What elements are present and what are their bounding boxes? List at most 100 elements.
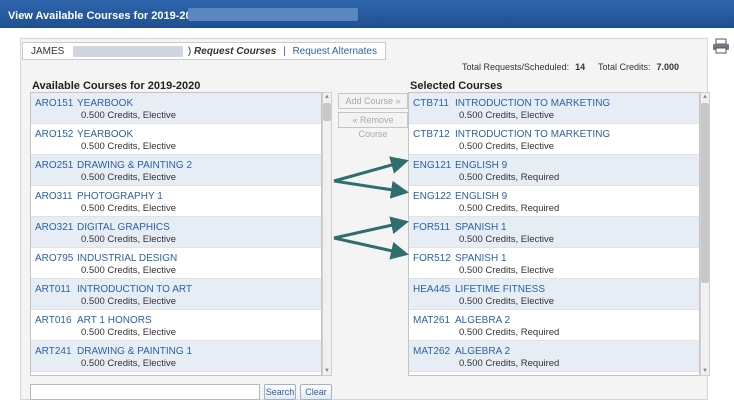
course-name: INDUSTRIAL DESIGN — [77, 253, 178, 264]
course-details: 0.500 Credits, Elective — [81, 203, 177, 214]
course-name: ENGLISH 9 — [455, 191, 508, 202]
course-details: 0.500 Credits, Elective — [459, 110, 555, 121]
search-button[interactable]: Search — [264, 384, 296, 400]
total-requests-label: Total Requests/Scheduled: — [462, 62, 570, 72]
print-icon[interactable] — [712, 38, 730, 54]
window-titlebar: View Available Courses for 2019-2020 in — [0, 0, 734, 28]
course-code: HEA445 — [413, 284, 451, 295]
course-details: 0.500 Credits, Elective — [81, 110, 177, 121]
arrow-to-for512 — [333, 236, 409, 260]
course-code: ARO152 — [35, 129, 74, 140]
selected-courses-list: CTB711 INTRODUCTION TO MARKETING 0.500 Cre… — [408, 92, 700, 376]
course-details: 0.500 Credits, Elective — [459, 234, 555, 245]
course-details: 0.500 Credits, Elective — [459, 296, 555, 307]
available-course-item[interactable]: ARO152 YEARBOOK 0.500 Credits, Elective — [31, 124, 321, 155]
course-code: ARO795 — [35, 253, 74, 264]
scrollbar-thumb[interactable] — [323, 103, 331, 121]
course-details: 0.500 Credits, Elective — [81, 172, 177, 183]
course-name: INTRODUCTION TO MARKETING — [455, 129, 611, 140]
available-course-item[interactable]: ARO311 PHOTOGRAPHY 1 0.500 Credits, Electi… — [31, 186, 321, 217]
selected-course-item[interactable]: MAT261 ALGEBRA 2 0.500 Credits, Required — [409, 310, 699, 341]
course-name: ALGEBRA 2 — [455, 315, 511, 326]
course-name: ART 1 HONORS — [77, 315, 152, 326]
arrow-to-eng121 — [333, 156, 409, 183]
tab-request-courses[interactable]: Request Courses — [194, 46, 276, 57]
triangle-down-icon[interactable]: ▼ — [323, 367, 331, 375]
course-details: 0.500 Credits, Required — [459, 172, 560, 183]
course-details: 0.500 Credits, Required — [459, 358, 560, 369]
total-requests-value: 14 — [575, 62, 586, 72]
available-courses-heading: Available Courses for 2019-2020 — [32, 80, 201, 92]
add-course-button[interactable]: Add Course » — [338, 93, 408, 109]
scrollbar-thumb[interactable] — [701, 103, 709, 283]
course-name: ALGEBRA 2 — [455, 346, 511, 357]
course-name: SPANISH 1 — [455, 222, 507, 233]
selected-list-scrollbar[interactable]: ▲ ▼ — [700, 92, 710, 376]
total-credits-label: Total Credits: — [598, 62, 651, 72]
tab-separator: | — [283, 46, 286, 58]
available-course-item[interactable]: ART241 DRAWING & PAINTING 1 0.500 Credits,… — [31, 341, 321, 372]
available-course-item[interactable]: ART011 INTRODUCTION TO ART 0.500 Credits, … — [31, 279, 321, 310]
course-details: 0.500 Credits, Elective — [81, 141, 177, 152]
request-tabs: JAMES ) Request Courses | Request Altern… — [22, 42, 386, 60]
total-credits: Total Credits: 7.000 — [598, 62, 679, 72]
course-name: YEARBOOK — [77, 98, 134, 109]
course-details: 0.500 Credits, Elective — [81, 234, 177, 245]
course-code: MAT261 — [413, 315, 451, 326]
student-name-suffix: ) — [187, 46, 192, 58]
course-code: ART016 — [35, 315, 72, 326]
remove-course-button[interactable]: « Remove Course — [338, 112, 408, 139]
course-code: ARO311 — [35, 191, 73, 202]
course-code: MAT262 — [413, 346, 451, 357]
selected-course-item[interactable]: FOR511 SPANISH 1 0.500 Credits, Elective — [409, 217, 699, 248]
available-course-item[interactable]: ARO151 YEARBOOK 0.500 Credits, Elective — [31, 93, 321, 124]
course-name: YEARBOOK — [77, 129, 134, 140]
available-course-item[interactable]: ARO251 DRAWING & PAINTING 2 0.500 Credits,… — [31, 155, 321, 186]
selected-course-item[interactable]: CTB711 INTRODUCTION TO MARKETING 0.500 Cre… — [409, 93, 699, 124]
selected-course-item[interactable]: CTB712 INTRODUCTION TO MARKETING 0.500 Cre… — [409, 124, 699, 155]
course-name: DRAWING & PAINTING 2 — [77, 160, 193, 171]
course-code: ART241 — [35, 346, 72, 357]
student-name: JAMES — [31, 46, 65, 58]
selected-course-item[interactable]: MAT262 ALGEBRA 2 0.500 Credits, Required — [409, 341, 699, 372]
course-name: INTRODUCTION TO MARKETING — [455, 98, 611, 109]
course-details: 0.500 Credits, Elective — [81, 358, 177, 369]
course-search-input[interactable] — [30, 384, 260, 400]
course-name: PHOTOGRAPHY 1 — [77, 191, 163, 202]
course-details: 0.500 Credits, Elective — [81, 265, 177, 276]
course-details: 0.500 Credits, Elective — [81, 296, 177, 307]
available-course-item[interactable]: ART016 ART 1 HONORS 0.500 Credits, Electiv… — [31, 310, 321, 341]
course-name: SPANISH 1 — [455, 253, 507, 264]
course-details: 0.500 Credits, Required — [459, 327, 560, 338]
course-details: 0.500 Credits, Elective — [459, 265, 555, 276]
triangle-up-icon[interactable]: ▲ — [701, 93, 709, 101]
triangle-up-icon[interactable]: ▲ — [323, 93, 331, 101]
course-details: 0.500 Credits, Elective — [459, 141, 555, 152]
course-code: ART011 — [35, 284, 71, 295]
total-requests: Total Requests/Scheduled: 14 — [462, 62, 585, 72]
available-course-item[interactable]: ARO795 INDUSTRIAL DESIGN 0.500 Credits, El… — [31, 248, 321, 279]
course-code: ARO151 — [35, 98, 74, 109]
available-course-item[interactable]: ARO321 DIGITAL GRAPHICS 0.500 Credits, Ele… — [31, 217, 321, 248]
course-name: DIGITAL GRAPHICS — [77, 222, 170, 233]
course-details: 0.500 Credits, Elective — [81, 327, 177, 338]
tab-request-alternates[interactable]: Request Alternates — [292, 46, 377, 57]
selected-course-item[interactable]: FOR512 SPANISH 1 0.500 Credits, Elective — [409, 248, 699, 279]
course-name: DRAWING & PAINTING 1 — [77, 346, 193, 357]
arrow-to-for511 — [333, 216, 409, 240]
course-details: 0.500 Credits, Required — [459, 203, 560, 214]
clear-button[interactable]: Clear — [300, 384, 332, 400]
selected-courses-heading: Selected Courses — [410, 80, 503, 92]
selected-course-item[interactable]: HEA445 LIFETIME FITNESS 0.500 Credits, Ele… — [409, 279, 699, 310]
course-code: CTB711 — [413, 98, 449, 109]
course-code: CTB712 — [413, 129, 450, 140]
course-code: ARO251 — [35, 160, 74, 171]
course-name: INTRODUCTION TO ART — [77, 284, 193, 295]
selected-course-item[interactable]: ENG121 ENGLISH 9 0.500 Credits, Required — [409, 155, 699, 186]
triangle-down-icon[interactable]: ▼ — [701, 367, 709, 375]
arrow-to-eng122 — [333, 179, 409, 199]
total-credits-value: 7.000 — [656, 62, 680, 72]
selected-course-item[interactable]: ENG122 ENGLISH 9 0.500 Credits, Required — [409, 186, 699, 217]
available-courses-list: ARO151 YEARBOOK 0.500 Credits, Elective AR… — [30, 92, 322, 376]
course-name: ENGLISH 9 — [455, 160, 508, 171]
